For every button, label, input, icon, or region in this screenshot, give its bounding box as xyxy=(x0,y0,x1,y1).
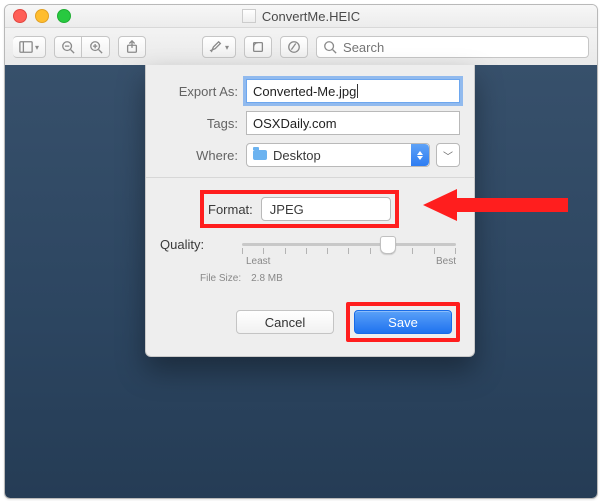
save-highlight-annotation: Save xyxy=(346,302,460,342)
highlight-icon xyxy=(209,40,223,54)
share-button[interactable] xyxy=(118,36,146,58)
export-as-label: Export As: xyxy=(160,84,246,99)
sidebar-toggle-button[interactable]: ▾ xyxy=(13,36,46,58)
export-as-value: Converted-Me.jpg xyxy=(253,84,356,99)
where-popup[interactable]: Desktop xyxy=(246,143,430,167)
format-highlight-annotation: Format: JPEG xyxy=(200,190,399,228)
markup-button[interactable] xyxy=(280,36,308,58)
toolbar: ▾ ▾ xyxy=(5,28,597,67)
tags-field[interactable]: OSXDaily.com xyxy=(246,111,460,135)
filesize-value: 2.8 MB xyxy=(251,273,283,284)
highlight-button[interactable]: ▾ xyxy=(202,36,236,58)
quality-label: Quality: xyxy=(160,237,238,252)
format-popup[interactable]: JPEG xyxy=(261,197,391,221)
where-value: Desktop xyxy=(273,148,321,163)
save-button[interactable]: Save xyxy=(354,310,452,334)
tags-value: OSXDaily.com xyxy=(253,116,337,131)
quality-least-label: Least xyxy=(246,256,270,267)
sidebar-icon xyxy=(19,40,33,54)
titlebar: ConvertMe.HEIC xyxy=(5,5,597,28)
slider-thumb[interactable] xyxy=(380,236,396,254)
text-caret xyxy=(357,84,358,98)
rotate-button[interactable] xyxy=(244,36,272,58)
chevron-down-icon: ▾ xyxy=(35,43,39,52)
chevron-down-icon: ▾ xyxy=(225,43,229,52)
export-sheet: Export As: Converted-Me.jpg Tags: OSXDai… xyxy=(145,65,475,357)
chevron-down-icon: ﹀ xyxy=(443,148,453,163)
slider-track xyxy=(242,243,456,246)
zoom-in-button[interactable] xyxy=(82,36,110,58)
folder-icon xyxy=(253,150,267,160)
close-window-button[interactable] xyxy=(13,9,27,23)
popup-arrows-icon xyxy=(384,198,390,206)
window-title: ConvertMe.HEIC xyxy=(262,9,360,24)
zoom-in-icon xyxy=(89,40,103,54)
separator xyxy=(146,177,474,178)
tags-label: Tags: xyxy=(160,116,246,131)
document-icon xyxy=(242,9,256,23)
popup-arrows-icon xyxy=(411,144,429,166)
rotate-icon xyxy=(251,40,265,54)
format-label: Format: xyxy=(208,202,261,217)
window-controls xyxy=(13,9,71,23)
zoom-out-icon xyxy=(61,40,75,54)
disclosure-button[interactable]: ﹀ xyxy=(436,143,460,167)
filesize-label: File Size: xyxy=(200,273,241,284)
zoom-out-button[interactable] xyxy=(54,36,82,58)
format-value: JPEG xyxy=(270,202,304,217)
quality-slider[interactable] xyxy=(242,234,456,254)
search-field[interactable] xyxy=(316,36,589,58)
search-input[interactable] xyxy=(341,39,582,56)
minimize-window-button[interactable] xyxy=(35,9,49,23)
search-icon xyxy=(323,40,337,54)
export-as-field[interactable]: Converted-Me.jpg xyxy=(246,79,460,103)
preview-window: ConvertMe.HEIC ▾ xyxy=(4,4,598,499)
zoom-window-button[interactable] xyxy=(57,9,71,23)
share-icon xyxy=(125,40,139,54)
markup-icon xyxy=(287,40,301,54)
cancel-button[interactable]: Cancel xyxy=(236,310,334,334)
slider-ticks xyxy=(242,248,456,254)
where-label: Where: xyxy=(160,148,246,163)
quality-best-label: Best xyxy=(436,256,456,267)
